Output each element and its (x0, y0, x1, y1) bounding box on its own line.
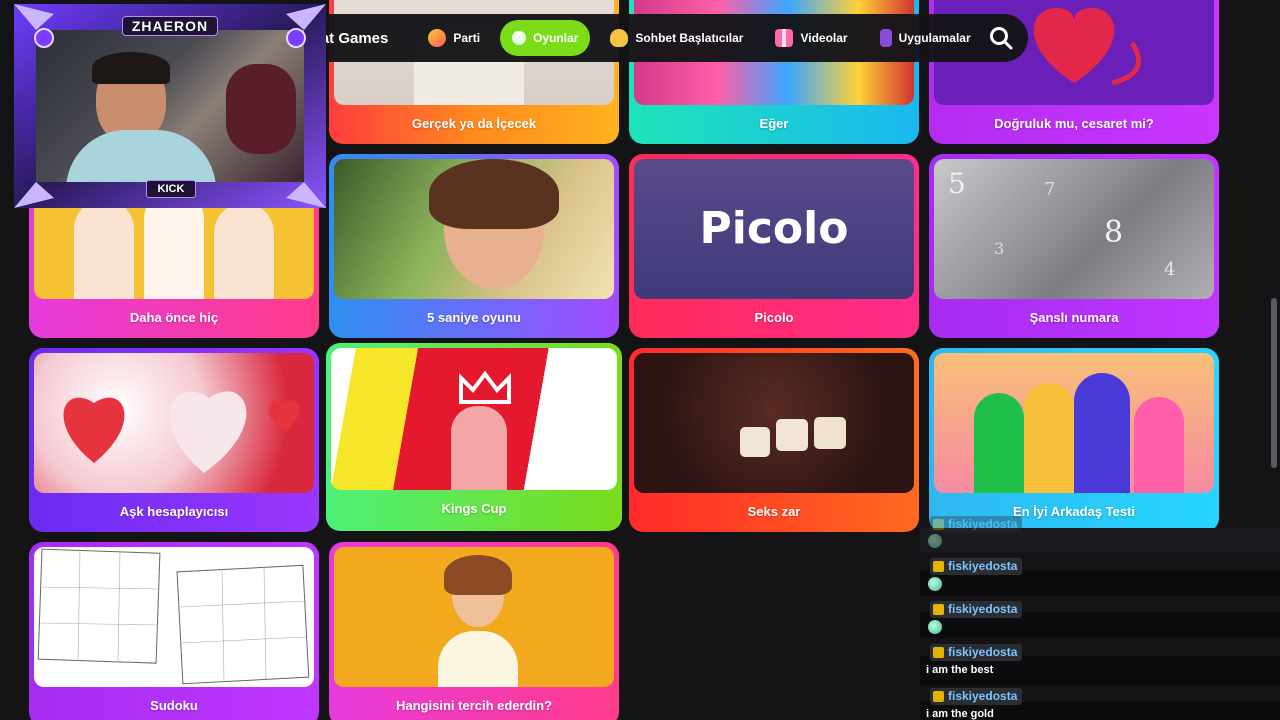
game-card-5-second[interactable]: 5 saniye oyunu (329, 154, 619, 338)
game-title: Picolo (754, 310, 794, 325)
chat-message-text: i am the best (926, 664, 994, 676)
scrollbar-thumb[interactable] (1271, 298, 1277, 468)
sudoku-grid-icon (37, 548, 310, 685)
crown-badge-icon (933, 691, 944, 702)
game-thumbnail (34, 353, 314, 493)
chat-username-text: fiskiyedosta (948, 645, 1018, 659)
chat-username-text: fiskiyedosta (948, 559, 1018, 573)
nav-item-label: Videolar (800, 31, 848, 45)
chat-username-text: fiskiyedosta (948, 689, 1018, 703)
game-card-dice[interactable]: Seks zar (629, 348, 919, 532)
game-card-lucky-number[interactable]: 5 8 7 3 4 Şanslı numara (929, 154, 1219, 338)
joystick-icon (512, 31, 527, 45)
game-thumbnail (934, 353, 1214, 493)
crown-badge-icon (933, 519, 944, 530)
page-root: Gerçek ya da İçecek Eğer Doğruluk mu, ce… (0, 0, 1280, 720)
chat-username[interactable]: fiskiyedosta (930, 601, 1023, 618)
chat-message-text: i am the gold (926, 708, 994, 720)
game-thumbnail: Picolo (634, 159, 914, 299)
game-card-picolo[interactable]: Picolo Picolo (629, 154, 919, 338)
game-title: Kings Cup (441, 501, 507, 516)
game-title: Şanslı numara (1029, 310, 1119, 325)
nav-item-conversation-starters[interactable]: Sohbet Başlatıcılar (598, 20, 755, 56)
game-title: Eğer (759, 116, 789, 131)
game-thumbnail: 5 8 7 3 4 (934, 159, 1214, 299)
game-title: Doğruluk mu, cesaret mi? (994, 116, 1154, 131)
nav-item-label: Sohbet Başlatıcılar (635, 31, 744, 45)
game-title: Aşk hesaplayıcısı (119, 504, 229, 519)
nav-item-apps[interactable]: Uygulamalar (868, 20, 983, 56)
game-card-sudoku[interactable]: Sudoku (29, 542, 319, 720)
search-icon[interactable] (988, 25, 1014, 51)
streamer-webcam-overlay: ZHAERON KICK (14, 4, 326, 208)
nav-item-label: Uygulamalar (898, 31, 971, 45)
game-thumbnail (331, 348, 617, 490)
game-title: Seks zar (747, 504, 801, 519)
game-title: Daha önce hiç (129, 310, 219, 325)
apps-icon (879, 29, 892, 47)
emote-icon (928, 620, 942, 634)
game-title: Sudoku (150, 698, 198, 713)
crown-badge-icon (933, 647, 944, 658)
streamer-name-badge: ZHAERON (122, 16, 218, 36)
nav-item-games[interactable]: Oyunlar (500, 20, 591, 56)
top-nav-bar: Cat Games Parti Oyunlar Sohbet Başlatıcı… (296, 14, 1028, 62)
emote-icon (928, 577, 942, 591)
hearts-icon (63, 391, 300, 473)
game-title: Hangisini tercih ederdin? (395, 698, 553, 713)
game-thumbnail (34, 547, 314, 687)
picolo-overlay-text: Picolo (699, 203, 849, 254)
party-mask-icon (428, 29, 447, 47)
gift-icon (775, 29, 794, 47)
game-title: 5 saniye oyunu (427, 310, 521, 325)
nav-item-label: Oyunlar (533, 31, 579, 45)
platform-badge: KICK (146, 180, 196, 198)
game-thumbnail (634, 353, 914, 493)
emote-icon (928, 534, 942, 548)
chat-username[interactable]: fiskiyedosta (930, 558, 1023, 575)
game-card-would-you-rather[interactable]: Hangisini tercih ederdin? (329, 542, 619, 720)
waving-hand-icon (610, 29, 629, 47)
chat-overlay: fiskiyedosta fiskiyedosta fiskiyedosta f… (920, 516, 1280, 720)
game-card-kings-cup[interactable]: Kings Cup (326, 343, 622, 531)
chat-username-text: fiskiyedosta (948, 517, 1018, 531)
game-thumbnail (334, 547, 614, 687)
chat-username[interactable]: fiskiyedosta (930, 516, 1023, 533)
nav-item-party[interactable]: Parti (416, 20, 492, 56)
game-card-best-friend-test[interactable]: En İyi Arkadaş Testi (929, 348, 1219, 532)
chat-username[interactable]: fiskiyedosta (930, 688, 1023, 705)
crown-badge-icon (933, 561, 944, 572)
chat-username-text: fiskiyedosta (948, 602, 1018, 616)
page-scrollbar[interactable] (1268, 0, 1280, 720)
chat-username[interactable]: fiskiyedosta (930, 644, 1023, 661)
nav-item-videos[interactable]: Videolar (763, 20, 859, 56)
crown-icon (459, 370, 511, 404)
game-thumbnail (334, 159, 614, 299)
crown-badge-icon (933, 604, 944, 615)
game-card-love-calculator[interactable]: Aşk hesaplayıcısı (29, 348, 319, 532)
game-title: Gerçek ya da İçecek (411, 116, 537, 131)
nav-item-label: Parti (453, 31, 481, 45)
